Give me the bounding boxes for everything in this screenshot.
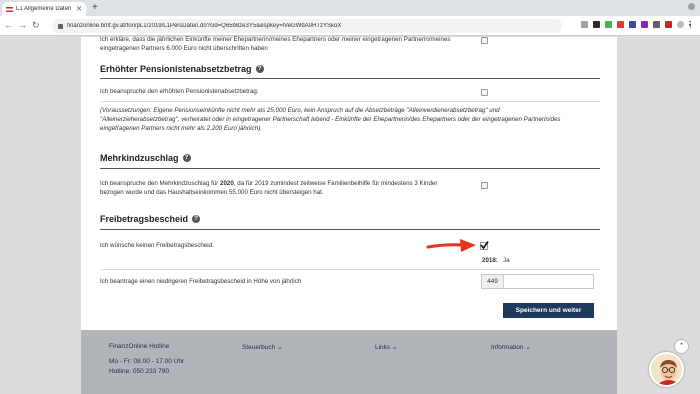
mehrkind-heading-text: Mehrkindzuschlag bbox=[100, 153, 179, 163]
extension-icon[interactable] bbox=[617, 21, 624, 28]
extension-icon[interactable] bbox=[641, 21, 648, 28]
hotline-title: FinanzOnline Hotline bbox=[109, 343, 170, 350]
pension-heading-text: Erhöhter Pensionistenabsetzbetrag bbox=[100, 64, 252, 74]
save-continue-button[interactable]: Speichern und weiter bbox=[503, 303, 594, 318]
tab-title: L1 Allgemeine Daten bbox=[16, 6, 72, 12]
red-arrow-annotation bbox=[426, 239, 476, 252]
chevron-down-icon: ⌄ bbox=[525, 344, 531, 351]
profile-icon[interactable] bbox=[677, 21, 684, 28]
pension-checkbox[interactable] bbox=[481, 89, 488, 96]
webcam-avatar bbox=[649, 352, 684, 387]
mehrkind-heading: Mehrkindzuschlag ? bbox=[100, 153, 191, 163]
partner-income-text: Ich erkläre, dass die jährlichen Einkünf… bbox=[100, 36, 451, 43]
mehrkind-text-part: Ich beanspruche den Mehrkindzuschlag für bbox=[100, 180, 221, 187]
mehrkind-year: 2020 bbox=[220, 180, 234, 187]
row-divider bbox=[100, 269, 600, 270]
lower-freibetrag-label: Ich beantrage einen niedrigeren Freibetr… bbox=[100, 278, 302, 285]
freibetrag-heading-text: Freibetragsbescheid bbox=[100, 214, 189, 224]
amount-prefix: 449 bbox=[482, 275, 504, 288]
no-freibetrag-checkbox[interactable] bbox=[480, 241, 489, 250]
address-bar[interactable]: finanzonline.bmf.gv.at/fon/pL1/2019/L1Pe… bbox=[52, 19, 562, 33]
help-icon[interactable]: ? bbox=[255, 65, 264, 73]
footer-menu-label: Links bbox=[375, 344, 391, 351]
forward-icon[interactable]: → bbox=[18, 20, 27, 31]
partner-income-checkbox[interactable] bbox=[481, 37, 488, 44]
menu-icon[interactable] bbox=[689, 21, 692, 28]
scroll-to-top-button[interactable]: ⌃ bbox=[674, 339, 689, 354]
footer-menu-label: Information bbox=[491, 344, 524, 351]
footer: FinanzOnline Hotline Mo - Fr: 08.00 - 17… bbox=[81, 330, 617, 394]
page: Ich erkläre, dass die jährlichen Einkünf… bbox=[0, 36, 700, 394]
hotline-hours: Mo - Fr: 08.00 - 17.00 Uhr bbox=[109, 358, 185, 365]
browser-toolbar: ← → ↻ finanzonline.bmf.gv.at/fon/pL1/201… bbox=[0, 16, 700, 36]
hotline-phone: Hotline: 050 233 790 bbox=[109, 368, 169, 375]
year-value: Ja bbox=[503, 257, 510, 264]
footer-menu-label: Steuerbuch bbox=[242, 344, 276, 351]
amount-input[interactable] bbox=[504, 275, 593, 288]
extension-icon[interactable] bbox=[593, 21, 600, 28]
extension-icon[interactable] bbox=[605, 21, 612, 28]
mehrkind-text-part: , da für 2019 zumindest zeitweise Famili… bbox=[233, 180, 438, 187]
lock-icon bbox=[58, 23, 63, 29]
star-icon[interactable] bbox=[581, 21, 588, 28]
close-tab-icon[interactable]: ✕ bbox=[76, 5, 82, 13]
row-divider bbox=[100, 101, 600, 102]
section-divider bbox=[100, 229, 600, 230]
freibetrag-heading: Freibetragsbescheid ? bbox=[100, 214, 201, 224]
browser-tabbar: L1 Allgemeine Daten ✕ + bbox=[0, 0, 700, 16]
pension-note-2: "Alleinerzieherabsetzbetrag", verheirate… bbox=[100, 116, 561, 123]
chevron-down-icon: ⌄ bbox=[277, 344, 283, 351]
extension-icon[interactable] bbox=[629, 21, 636, 28]
pension-claim-label: Ich beanspruche den erhöhten Pensioniste… bbox=[100, 88, 259, 95]
back-icon[interactable]: ← bbox=[4, 20, 13, 31]
footer-menu-steuerbuch[interactable]: Steuerbuch ⌄ bbox=[242, 343, 283, 351]
url-text: finanzonline.bmf.gv.at/fon/pL1/2019/L1Pe… bbox=[67, 23, 342, 29]
partner-income-text-2: eingetragenen Partners 6.000 Euro nicht … bbox=[100, 45, 268, 52]
extension-icon[interactable] bbox=[665, 21, 672, 28]
extension-icon[interactable] bbox=[653, 21, 660, 28]
section-divider bbox=[100, 78, 600, 79]
browser-tab[interactable]: L1 Allgemeine Daten ✕ bbox=[2, 2, 86, 16]
mehrkind-text-2: bezogen wurde und das Haushaltseinkommen… bbox=[100, 189, 324, 196]
footer-menu-information[interactable]: Information ⌄ bbox=[491, 343, 531, 351]
reload-icon[interactable]: ↻ bbox=[32, 20, 40, 31]
footer-menu-links[interactable]: Links ⌄ bbox=[375, 343, 397, 351]
help-icon[interactable]: ? bbox=[192, 215, 201, 223]
chevron-down-icon: ⌄ bbox=[392, 344, 398, 351]
new-tab-icon[interactable]: + bbox=[92, 2, 98, 14]
pension-note-1: (Voraussetzungen: Eigene Pensionseinkünf… bbox=[100, 107, 500, 114]
pension-heading: Erhöhter Pensionistenabsetzbetrag ? bbox=[100, 64, 264, 74]
amount-input-group: 449 bbox=[481, 274, 594, 289]
help-icon[interactable]: ? bbox=[182, 154, 191, 162]
year-label: 2018: bbox=[482, 257, 498, 264]
mehrkind-text-1: Ich beanspruche den Mehrkindzuschlag für… bbox=[100, 179, 437, 188]
mehrkind-checkbox[interactable] bbox=[481, 182, 488, 189]
window-controls bbox=[688, 3, 695, 10]
extension-icons bbox=[581, 21, 692, 28]
section-divider bbox=[100, 168, 600, 169]
no-freibetrag-label: Ich wünsche keinen Freibetragsbescheid. bbox=[100, 242, 214, 249]
form-content: Ich erkläre, dass die jährlichen Einkünf… bbox=[81, 36, 617, 330]
pension-note-3: eingetragenen Partners nicht mehr als 2.… bbox=[100, 125, 262, 132]
austria-flag-icon bbox=[6, 6, 13, 12]
